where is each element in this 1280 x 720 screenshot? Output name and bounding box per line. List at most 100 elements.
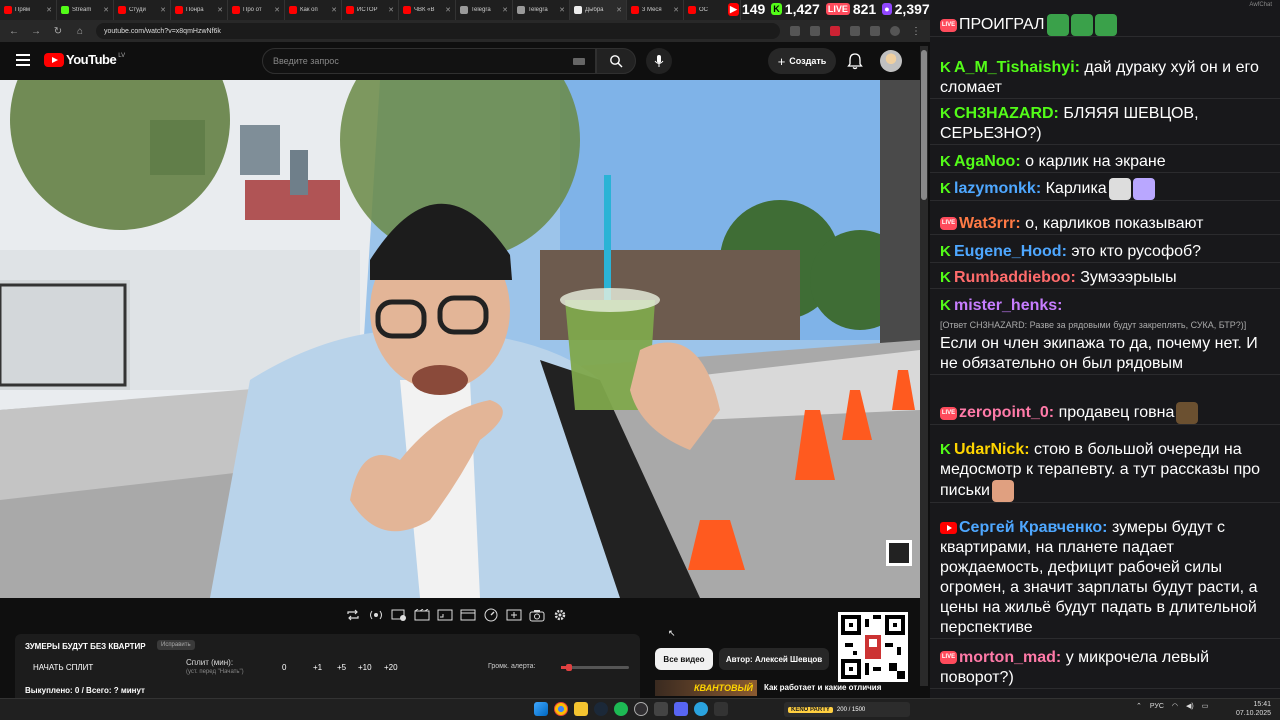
back-icon[interactable]: ← (8, 26, 20, 37)
chat-nickname[interactable]: UdarNick: (954, 441, 1030, 458)
chat-nickname[interactable]: lazymonkk: (954, 180, 1041, 197)
pip-view-icon[interactable] (391, 607, 407, 623)
browser-tab[interactable]: Понра ✕ (171, 0, 228, 20)
tab-close-icon[interactable]: ✕ (46, 6, 52, 14)
clock[interactable]: 15:41 07.10.2025 (1236, 700, 1271, 718)
chip-author[interactable]: Автор: Алексей Шевцов (719, 648, 829, 670)
media-widget[interactable]: KENO PARTY 200 / 1500 (784, 702, 910, 717)
add-10-button[interactable]: +10 (358, 663, 372, 672)
menu-icon[interactable]: ⋮ (910, 26, 922, 37)
next-video-thumbnail[interactable]: КВАНТОВЫЙ (655, 680, 757, 696)
tab-close-icon[interactable]: ✕ (616, 6, 622, 14)
add-1-button[interactable]: +1 (313, 663, 322, 672)
extension-icon[interactable] (850, 26, 860, 36)
settings-gear-icon[interactable] (552, 607, 568, 623)
chat-nickname[interactable]: mister_henks: (954, 297, 1063, 314)
split-edit-badge[interactable]: Исправить (157, 640, 195, 650)
split-minutes-value[interactable]: 0 (282, 663, 286, 672)
chrome-icon[interactable] (554, 702, 568, 716)
create-button[interactable]: + Создать (768, 48, 836, 74)
next-video-title[interactable]: Как работает и какие отличия (764, 683, 881, 692)
browser-tab[interactable]: ЧВК «В ✕ (399, 0, 456, 20)
language-indicator[interactable]: РУС (1150, 703, 1164, 710)
chip-all-videos[interactable]: Все видео (655, 648, 713, 670)
downloads-icon[interactable] (870, 26, 880, 36)
add-5-button[interactable]: +5 (337, 663, 346, 672)
cinema-mode-icon[interactable] (414, 607, 430, 623)
telegram-icon[interactable] (694, 702, 708, 716)
browser-tab[interactable]: Telegra ✕ (513, 0, 570, 20)
tab-close-icon[interactable]: ✕ (388, 6, 394, 14)
spotify-icon[interactable] (614, 702, 628, 716)
chat-nickname[interactable]: Rumbaddieboo: (954, 269, 1076, 286)
browser-tab[interactable]: Дыбра ✕ (570, 0, 627, 20)
app-icon[interactable] (674, 702, 688, 716)
browser-tab[interactable]: Stream ✕ (57, 0, 114, 20)
page-scrollbar[interactable] (920, 46, 928, 686)
add-to-playlist-icon[interactable] (506, 607, 522, 623)
chevron-up-icon[interactable]: ⌃ (1136, 702, 1142, 710)
app-icon[interactable] (714, 702, 728, 716)
chat-nickname[interactable]: Eugene_Hood: (954, 243, 1067, 260)
tab-close-icon[interactable]: ✕ (445, 6, 451, 14)
chat-nickname[interactable]: A_M_Tishaishyi: (954, 59, 1080, 76)
screenshot-icon[interactable] (529, 607, 545, 623)
browser-tab[interactable]: Студи ✕ (114, 0, 171, 20)
tab-close-icon[interactable]: ✕ (274, 6, 280, 14)
chat-nickname[interactable]: morton_mad: (959, 649, 1061, 666)
notifications-bell-icon[interactable] (846, 52, 864, 70)
url-field[interactable]: youtube.com/watch?v=x8qmHzwNf6k (96, 23, 780, 39)
account-avatar[interactable] (880, 50, 902, 72)
tab-close-icon[interactable]: ✕ (559, 6, 565, 14)
extension-icon[interactable] (830, 26, 840, 36)
video-player[interactable] (0, 80, 920, 598)
speed-icon[interactable] (483, 607, 499, 623)
extension-icon[interactable] (810, 26, 820, 36)
search-button[interactable] (596, 48, 636, 74)
slider-knob[interactable] (566, 664, 573, 671)
loop-icon[interactable] (345, 607, 361, 623)
tab-close-icon[interactable]: ✕ (217, 6, 223, 14)
extension-icon[interactable] (790, 26, 800, 36)
tab-close-icon[interactable]: ✕ (331, 6, 337, 14)
forward-icon[interactable]: → (30, 26, 42, 37)
add-20-button[interactable]: +20 (384, 663, 398, 672)
browser-tab[interactable]: Прям ✕ (0, 0, 57, 20)
obs-icon[interactable] (634, 702, 648, 716)
tab-close-icon[interactable]: ✕ (502, 6, 508, 14)
aspect-ratio-icon[interactable] (437, 607, 453, 623)
chat-nickname[interactable]: Wat3rrr: (959, 215, 1021, 232)
scrollbar-thumb[interactable] (921, 50, 927, 200)
windows-start-icon[interactable] (534, 702, 548, 716)
battery-icon[interactable]: ▭ (1202, 702, 1209, 710)
menu-icon[interactable] (16, 54, 30, 66)
chat-nickname[interactable]: Сергей Кравченко: (959, 519, 1107, 536)
tab-close-icon[interactable]: ✕ (160, 6, 166, 14)
chat-nickname[interactable]: CH3HAZARD: (954, 105, 1059, 122)
chat-nickname[interactable]: zeropoint_0: (959, 404, 1054, 421)
profile-icon[interactable] (890, 26, 900, 36)
youtube-logo[interactable]: YouTube LV (44, 52, 125, 67)
browser-tab[interactable]: Про от ✕ (228, 0, 285, 20)
volume-icon[interactable]: ◀) (1186, 702, 1194, 710)
alert-volume-slider[interactable] (561, 664, 629, 671)
home-icon[interactable]: ⌂ (74, 26, 86, 37)
search-input[interactable]: Введите запрос (262, 48, 596, 74)
browser-tab[interactable]: Telegra ✕ (456, 0, 513, 20)
audio-icon[interactable] (368, 607, 384, 623)
keyboard-icon[interactable] (573, 57, 585, 65)
reload-icon[interactable]: ↻ (52, 26, 64, 37)
tab-close-icon[interactable]: ✕ (103, 6, 109, 14)
start-split-button[interactable]: НАЧАТЬ СПЛИТ (33, 663, 93, 672)
browser-tab[interactable]: ИСТОР ✕ (342, 0, 399, 20)
app-icon[interactable] (654, 702, 668, 716)
voice-search-button[interactable] (646, 48, 672, 74)
explorer-icon[interactable] (574, 702, 588, 716)
chat-nickname[interactable]: AgaNoo: (954, 153, 1021, 170)
browser-tab[interactable]: Как оп ✕ (285, 0, 342, 20)
steam-icon[interactable] (594, 702, 608, 716)
tab-close-icon[interactable]: ✕ (673, 6, 679, 14)
browser-tab[interactable]: 3 Меся ✕ (627, 0, 684, 20)
network-icon[interactable]: ◠ (1172, 702, 1178, 710)
mini-player-icon[interactable] (460, 607, 476, 623)
